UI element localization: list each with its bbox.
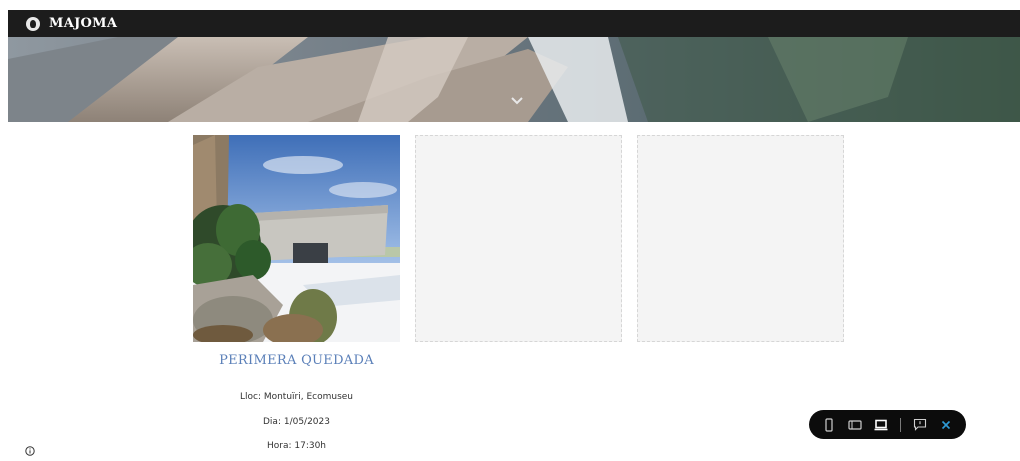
logo-icon[interactable] <box>26 16 40 31</box>
hero-image <box>8 37 1020 122</box>
tablet-view-icon <box>848 419 862 430</box>
event-location: Lloc: Montuïri, Ecomuseu <box>239 392 354 402</box>
event-photo[interactable] <box>184 135 400 346</box>
toolbar-divider <box>900 417 901 432</box>
desktop-view-button[interactable] <box>874 418 888 432</box>
brand-name[interactable]: MAJOMA <box>49 16 117 31</box>
event-title[interactable]: PERIMERA QUEDADA <box>193 353 400 368</box>
gallery-placeholder <box>637 135 844 342</box>
desktop-view-icon <box>874 419 888 430</box>
mobile-view-button[interactable] <box>822 417 836 432</box>
info-icon[interactable] <box>25 446 35 456</box>
gallery-placeholder <box>415 135 622 342</box>
event-date: Dia: 1/05/2023 <box>263 417 330 427</box>
hero-banner <box>8 37 1020 122</box>
chevron-down-icon[interactable] <box>510 95 524 105</box>
feedback-icon <box>913 418 927 431</box>
ecomuseum-photo <box>184 135 400 346</box>
preview-toolbar <box>809 410 966 439</box>
page: MAJOMA PERIMERA QUEDADA Lloc: Montuïri, … <box>0 0 1020 461</box>
close-icon <box>941 420 951 429</box>
close-button[interactable] <box>939 418 953 432</box>
top-navigation-bar: MAJOMA <box>8 10 1020 37</box>
event-time: Hora: 17:30h <box>266 441 327 451</box>
mobile-view-icon <box>825 417 833 432</box>
tablet-view-button[interactable] <box>848 418 862 432</box>
feedback-button[interactable] <box>913 418 927 432</box>
